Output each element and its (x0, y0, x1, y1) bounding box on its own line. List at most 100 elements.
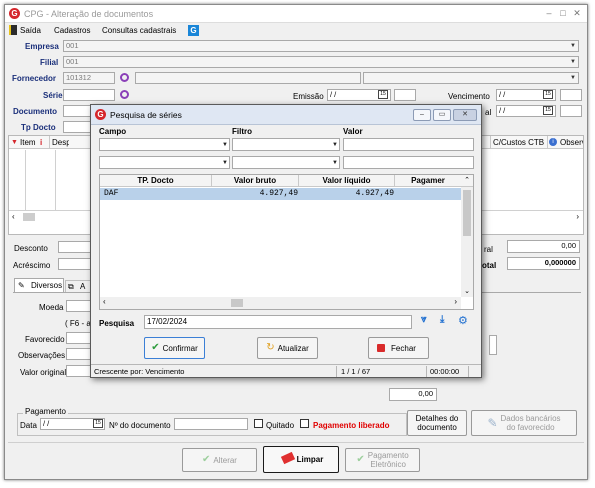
emissao-extra-field[interactable] (394, 89, 416, 101)
empresa-field[interactable]: 001 (63, 40, 579, 52)
scroll-left-icon[interactable]: ‹ (12, 212, 15, 221)
filial-field[interactable]: 001 (63, 56, 579, 68)
moeda-field[interactable] (66, 300, 92, 312)
maximize-icon[interactable]: □ (557, 8, 569, 19)
dialog-close-icon[interactable]: ✕ (453, 109, 477, 121)
tab-diversos[interactable]: ✎ Diversos (14, 278, 64, 292)
tab-second[interactable]: ⧉ A (65, 280, 93, 292)
scroll-down-icon[interactable]: ⌄ (461, 287, 473, 297)
scroll-left-icon[interactable]: ‹ (103, 297, 106, 306)
favorecido-field[interactable] (66, 332, 92, 344)
chevron-down-icon[interactable]: ▼ (568, 57, 578, 67)
pag-eletronico-line2: Eletrônico (370, 460, 406, 469)
favorecido-label: Favorecido (25, 335, 65, 344)
valor-header: Valor (343, 127, 363, 136)
scroll-thumb[interactable] (463, 190, 471, 236)
tab-diversos-label: Diversos (31, 281, 63, 290)
search-icon[interactable] (120, 73, 129, 82)
limpar-button[interactable]: Limpar (263, 446, 339, 473)
col-item[interactable]: Item (20, 136, 36, 149)
empresa-label: Empresa (25, 42, 59, 51)
tp-docto-label: Tp Docto (21, 123, 56, 132)
pagamento-eletronico-button[interactable]: ✔ Pagamento Eletrônico (345, 448, 420, 472)
col-ccustos[interactable]: C/Custos CTB (490, 136, 546, 149)
chevron-down-icon: ▼ (332, 160, 338, 166)
acrescimo-field[interactable] (58, 258, 94, 270)
chevron-down-icon: ▼ (332, 142, 338, 148)
fechar-button[interactable]: Fechar (368, 337, 429, 359)
atualizar-button[interactable]: ↻ Atualizar (257, 337, 318, 359)
menu-cadastros[interactable]: Cadastros (54, 26, 90, 35)
pagamento-liberado-checkbox[interactable] (300, 419, 309, 428)
total-geral-label: ral (484, 245, 493, 254)
menu-consultas-cadastrais[interactable]: Consultas cadastrais (102, 26, 176, 35)
pesquisa-label: Pesquisa (99, 319, 135, 328)
total-geral-field: 0,00 (507, 240, 580, 253)
valor-original-field[interactable] (66, 365, 92, 377)
col-tp-docto[interactable]: TP. Docto (100, 175, 212, 187)
col-valor-bruto[interactable]: Valor bruto (212, 175, 299, 187)
scroll-right-icon[interactable]: › (454, 297, 457, 306)
valor-input-1[interactable] (343, 138, 474, 151)
vertical-scrollbar[interactable]: ⌄ (461, 187, 473, 297)
valor-input-2[interactable] (343, 156, 474, 169)
fornecedor-extra-field[interactable] (363, 72, 579, 84)
vencimento-real-extra-field[interactable] (560, 105, 582, 117)
alterar-button[interactable]: ✔ Alterar (182, 448, 257, 472)
scroll-up-icon[interactable]: ⌃ (461, 175, 473, 187)
settings-gear-icon[interactable]: ⚙ (458, 314, 468, 327)
chevron-down-icon[interactable]: ▼ (568, 73, 578, 83)
download-icon[interactable]: ⤓ (440, 314, 444, 325)
close-icon[interactable]: ✕ (571, 8, 583, 19)
fechar-label: Fechar (391, 343, 416, 353)
observacoes-field[interactable] (66, 348, 92, 360)
dialog-maximize-icon[interactable]: ▭ (433, 109, 451, 121)
ndoc-label: Nº do documento (109, 421, 171, 430)
calendar-icon[interactable]: 15 (378, 90, 388, 99)
scroll-thumb[interactable] (23, 213, 35, 221)
documento-field[interactable] (63, 105, 93, 117)
calendar-icon[interactable]: 15 (93, 419, 103, 428)
dialog-minimize-icon[interactable]: – (413, 109, 431, 121)
lock-icon (377, 344, 385, 352)
results-header: TP. Docto Valor bruto Valor líquido Paga… (100, 175, 473, 187)
col-pagamento[interactable]: Pagamer (395, 175, 461, 187)
tp-docto-field[interactable] (63, 121, 93, 133)
chevron-down-icon[interactable]: ▼ (568, 41, 578, 51)
col-valor-liquido[interactable]: Valor líquido (299, 175, 395, 187)
table-row[interactable]: DAF 4.927,49 4.927,49 (100, 188, 461, 200)
scroll-thumb[interactable] (231, 299, 243, 307)
pesquisa-input[interactable]: 17/02/2024 (144, 315, 412, 329)
status-time: 00:00:00 (427, 366, 469, 377)
scroll-right-icon[interactable]: › (576, 212, 579, 221)
vencimento-extra-field[interactable] (560, 89, 582, 101)
calendar-icon[interactable]: 15 (543, 90, 553, 99)
calendar-icon[interactable]: 15 (543, 106, 553, 115)
filtro-select-1[interactable]: ▼ (232, 138, 340, 151)
campo-select-1[interactable]: ▼ (99, 138, 230, 151)
dialog-title-bar: G Pesquisa de séries – ▭ ✕ (91, 105, 481, 125)
campo-select-2[interactable]: ▼ (99, 156, 230, 169)
tab-second-label: A (80, 282, 86, 291)
detalhes-documento-button[interactable]: Detalhes do documento (407, 410, 467, 436)
help-icon[interactable]: G (188, 25, 199, 36)
fornecedor-code-field[interactable]: 101312 (63, 72, 115, 84)
right-edge-field[interactable] (489, 335, 497, 355)
menu-saida[interactable]: Saída (20, 26, 41, 35)
serie-field[interactable] (63, 89, 115, 101)
dados-bancarios-button[interactable]: ✎ Dados bancários do favorecido (471, 410, 577, 436)
ndoc-field[interactable] (174, 418, 248, 430)
col-despesa[interactable]: Desp (49, 136, 69, 149)
search-icon[interactable] (120, 90, 129, 99)
quitado-checkbox[interactable] (254, 419, 263, 428)
filtro-select-2[interactable]: ▼ (232, 156, 340, 169)
fornecedor-name-field[interactable] (135, 72, 361, 84)
minimize-icon[interactable]: – (543, 8, 555, 19)
horizontal-scrollbar[interactable]: ‹ › (100, 297, 461, 309)
confirmar-button[interactable]: ✔ Confirmar (144, 337, 205, 359)
chevron-down-icon: ▼ (222, 142, 228, 148)
expand-all-icon[interactable]: ⩔ (421, 314, 427, 325)
desconto-field[interactable] (58, 241, 94, 253)
detalhes-line1: Detalhes do (415, 414, 459, 423)
confirmar-label: Confirmar (162, 343, 198, 353)
